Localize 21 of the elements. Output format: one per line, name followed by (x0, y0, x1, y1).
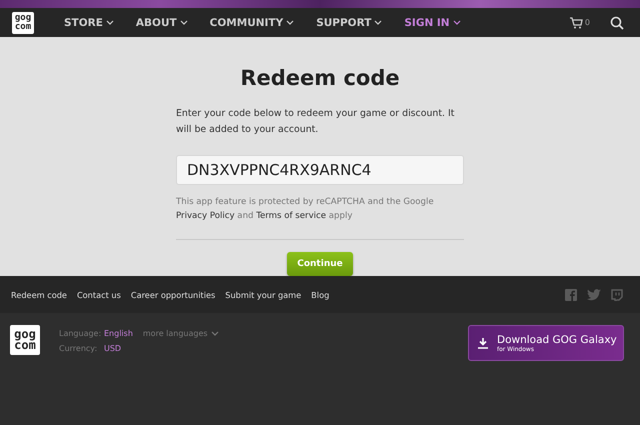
recaptcha-notice: This app feature is protected by reCAPTCHA and the Google Privacy Policy and Terms of service apply (176, 196, 435, 223)
setting-value-link[interactable]: USD (104, 344, 122, 353)
setting-label: Language: (59, 329, 102, 338)
code-input-field[interactable]: DN3XVPPNC4RX9ARNC4 (176, 155, 464, 185)
instruction-text: Enter your code below to redeem your game or discount. It will be added to your account. (176, 107, 456, 137)
nav-menu-item[interactable]: SUPPORT (316, 16, 382, 28)
footer-link[interactable]: Submit your game (225, 290, 302, 300)
footer-link[interactable]: Career opportunities (130, 290, 216, 300)
nav-menu-item[interactable]: STORE (64, 16, 114, 28)
gog-logo[interactable]: gog com (12, 12, 34, 34)
footer-link[interactable]: Redeem code (11, 290, 67, 300)
footer-link[interactable]: Blog (311, 290, 330, 300)
nav-menu-item[interactable]: ABOUT (136, 16, 188, 28)
page-title: Redeem code (239, 66, 401, 90)
footer-link[interactable]: Contact us (76, 290, 121, 300)
setting-label: Currency: (59, 344, 98, 353)
gog-logo[interactable]: gog com (10, 325, 40, 355)
setting-value-link[interactable]: English (104, 329, 133, 338)
nav-menu-item[interactable]: COMMUNITY (210, 16, 294, 28)
cart-button[interactable]: 0 (568, 16, 590, 29)
nav-menu-item[interactable]: SIGN IN (404, 16, 461, 28)
